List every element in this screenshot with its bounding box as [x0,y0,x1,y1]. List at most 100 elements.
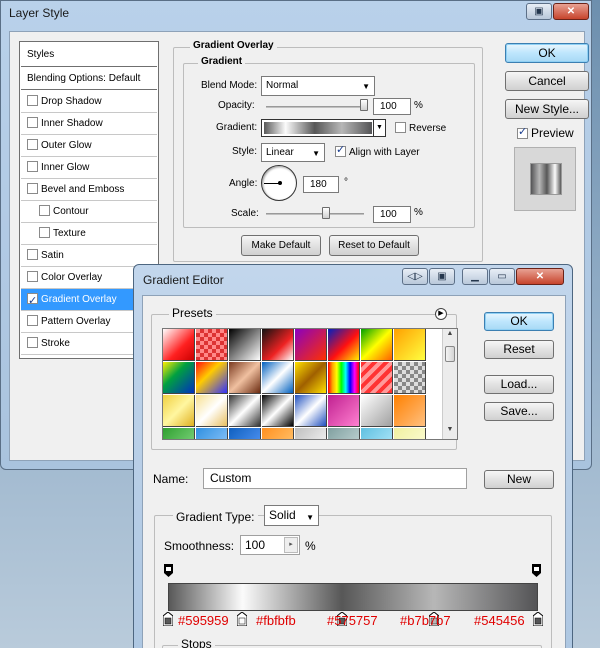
preset-swatch[interactable] [328,395,360,427]
preset-swatch[interactable] [163,428,195,439]
scroll-thumb[interactable] [445,346,455,362]
help-icon[interactable]: ▣ [526,3,552,20]
style-item[interactable]: Texture [21,223,157,245]
style-item-checkbox[interactable] [27,249,38,260]
scale-thumb[interactable] [322,207,330,219]
load-button[interactable]: Load... [484,375,554,394]
color-stop[interactable] [236,611,248,627]
chevron-down-icon[interactable]: ▼ [373,120,385,136]
minimize-icon[interactable]: ▁ [462,268,488,285]
styles-header[interactable]: Styles [21,43,157,67]
style-item[interactable]: Inner Shadow [21,113,157,135]
style-item-checkbox[interactable] [27,337,38,348]
ok-button[interactable]: OK [484,312,554,331]
new-button[interactable]: New [484,470,554,489]
style-item-checkbox[interactable] [39,227,50,238]
presets-scrollbar[interactable]: ▲ ▼ [442,329,457,439]
preset-swatch[interactable] [163,362,195,394]
smoothness-stepper-icon[interactable]: ▸ [284,537,298,553]
preset-swatch[interactable] [394,362,426,394]
align-with-layer-checkbox[interactable]: Align with Layer [335,143,420,158]
scroll-up-icon[interactable]: ▲ [444,330,456,342]
presets-menu-icon[interactable]: ▶ [435,308,447,320]
name-input[interactable]: Custom [203,468,467,489]
preset-swatch[interactable] [361,428,393,439]
preset-swatch[interactable] [328,428,360,439]
make-default-button[interactable]: Make Default [241,235,321,256]
opacity-input[interactable]: 100 [373,98,411,115]
opacity-thumb[interactable] [360,99,368,111]
reset-button[interactable]: Reset [484,340,554,359]
save-button[interactable]: Save... [484,402,554,421]
preset-swatch[interactable] [262,428,294,439]
gradient-bar[interactable] [168,583,538,611]
style-item[interactable]: Contour [21,201,157,223]
style-item-checkbox[interactable] [27,95,38,106]
preset-swatch[interactable] [196,362,228,394]
color-stop[interactable] [532,611,544,627]
scroll-down-icon[interactable]: ▼ [444,426,456,438]
opacity-slider[interactable] [266,106,366,108]
align-check[interactable] [335,143,346,157]
reverse-check[interactable] [395,122,406,133]
style-item-checkbox[interactable] [27,117,38,128]
opacity-stop-right[interactable] [532,564,541,577]
preset-swatch[interactable] [295,362,327,394]
preset-swatch[interactable] [295,395,327,427]
cancel-button[interactable]: Cancel [505,71,589,91]
preset-swatch[interactable] [196,395,228,427]
preset-swatch[interactable] [229,362,261,394]
preset-swatch[interactable] [229,428,261,439]
preset-swatch[interactable] [394,428,426,439]
style-item[interactable]: Outer Glow [21,135,157,157]
preview-check[interactable] [517,125,528,139]
style-item-checkbox[interactable] [39,205,50,216]
preset-swatch[interactable] [163,395,195,427]
preset-swatch[interactable] [295,329,327,361]
blending-options[interactable]: Blending Options: Default [21,68,157,90]
preset-swatch[interactable] [361,362,393,394]
preset-swatch[interactable] [361,395,393,427]
preset-swatch[interactable] [328,362,360,394]
preset-swatch[interactable] [229,329,261,361]
style-item[interactable]: Bevel and Emboss [21,179,157,201]
preset-swatch[interactable] [394,395,426,427]
preset-swatch[interactable] [262,329,294,361]
gradient-type-select[interactable]: Solid ▼ [264,505,319,526]
preset-swatch[interactable] [262,362,294,394]
maximize-icon[interactable]: ▭ [489,268,515,285]
style-item-checkbox[interactable] [27,183,38,194]
scale-slider[interactable] [266,213,364,215]
preset-swatch[interactable] [196,428,228,439]
style-item-checkbox[interactable] [27,139,38,150]
blend-mode-select[interactable]: Normal ▼ [261,76,375,96]
close-icon[interactable]: ✕ [553,3,589,20]
scale-input[interactable]: 100 [373,206,411,223]
preset-swatch[interactable] [328,329,360,361]
help-icon[interactable]: ▣ [429,268,455,285]
style-select[interactable]: Linear ▼ [261,143,325,162]
reverse-checkbox[interactable]: Reverse [395,122,446,134]
resize-icon[interactable]: ◁▷ [402,268,428,285]
style-item[interactable]: Drop Shadow [21,91,157,113]
ok-button[interactable]: OK [505,43,589,63]
preset-swatch[interactable] [361,329,393,361]
preset-swatch[interactable] [262,395,294,427]
preview-checkbox[interactable]: Preview [517,125,574,140]
reset-to-default-button[interactable]: Reset to Default [329,235,419,256]
preset-swatch[interactable] [229,395,261,427]
style-item-checkbox[interactable] [27,315,38,326]
style-item-checkbox[interactable] [27,271,38,282]
preset-swatch[interactable] [394,329,426,361]
preset-swatch[interactable] [196,329,228,361]
style-item-checkbox[interactable] [27,161,38,172]
angle-dial[interactable] [261,165,297,201]
opacity-stop-left[interactable] [164,564,173,577]
preset-swatch[interactable] [295,428,327,439]
style-item[interactable]: Inner Glow [21,157,157,179]
gradient-picker[interactable]: ▼ [261,119,386,137]
new-style-button[interactable]: New Style... [505,99,589,119]
angle-input[interactable]: 180 [303,176,339,193]
color-stop[interactable] [162,611,174,627]
smoothness-input[interactable]: 100 ▸ [240,535,300,555]
